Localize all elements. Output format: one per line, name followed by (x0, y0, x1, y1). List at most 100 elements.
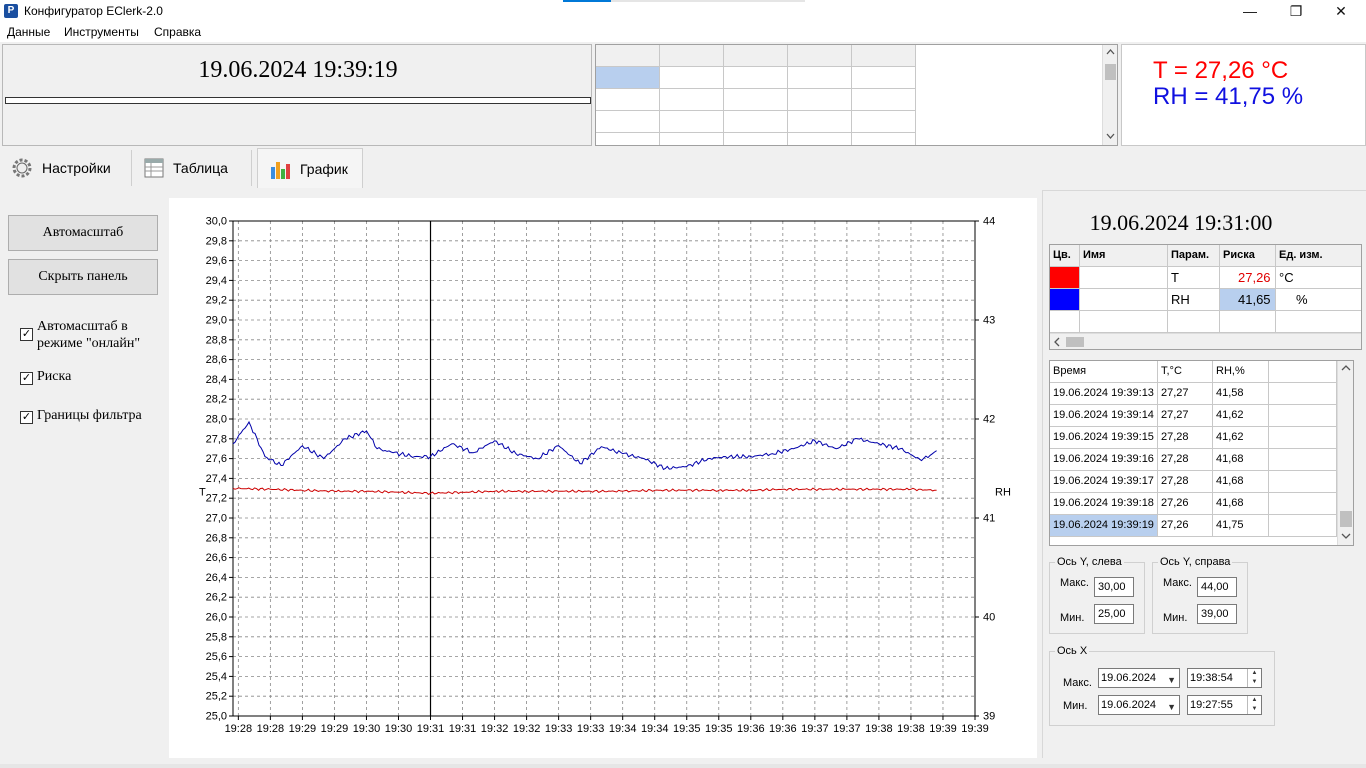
top-data-grid[interactable] (595, 44, 1118, 146)
log-cell[interactable]: 41,68 (1213, 493, 1269, 515)
axis-y-right-max-input[interactable]: 44,00 (1197, 577, 1237, 597)
log-cell[interactable]: 41,68 (1213, 449, 1269, 471)
log-cell[interactable]: 41,68 (1213, 471, 1269, 493)
log-cell[interactable]: 19.06.2024 19:39:18 (1050, 493, 1158, 515)
tab-settings[interactable]: Настройки (0, 148, 131, 188)
param-unit-cell[interactable]: % (1276, 289, 1361, 311)
checkbox-box[interactable]: ✓ (20, 328, 33, 341)
filter-bounds-checkbox[interactable]: ✓ Границы фильтра (20, 408, 142, 424)
log-cell[interactable]: 19.06.2024 19:39:19 (1050, 515, 1158, 537)
tab-graph[interactable]: График (257, 148, 363, 188)
grid-cell[interactable] (596, 133, 660, 145)
log-cell[interactable] (1269, 471, 1337, 493)
param-unit-cell[interactable]: °C (1276, 267, 1361, 289)
grid-cell[interactable] (596, 67, 660, 89)
grid-cell[interactable] (724, 133, 788, 145)
param-table-scrollbar[interactable] (1050, 333, 1361, 349)
param-code-cell[interactable]: RH (1168, 289, 1220, 311)
grid-cell[interactable] (660, 133, 724, 145)
grid-cell[interactable] (724, 67, 788, 89)
grid-cell[interactable] (660, 89, 724, 111)
top-grid-scrollbar[interactable] (1102, 45, 1117, 145)
param-color-swatch[interactable] (1050, 289, 1080, 311)
menu-tools[interactable]: Инструменты (64, 25, 139, 39)
log-cell[interactable]: 41,62 (1213, 405, 1269, 427)
param-empty-cell[interactable] (1050, 311, 1080, 333)
close-button[interactable]: ✕ (1318, 0, 1364, 22)
param-empty-cell[interactable] (1168, 311, 1220, 333)
axis-y-left-min-input[interactable]: 25,00 (1094, 604, 1134, 624)
maximize-button[interactable]: ❐ (1273, 0, 1319, 22)
axis-y-right-min-input[interactable]: 39,00 (1197, 604, 1237, 624)
log-cell[interactable]: 41,62 (1213, 427, 1269, 449)
spinner-arrows-icon[interactable]: ▲ ▼ (1247, 696, 1261, 714)
log-cell[interactable] (1269, 493, 1337, 515)
grid-cell[interactable] (724, 89, 788, 111)
axis-y-left-max-input[interactable]: 30,00 (1094, 577, 1134, 597)
log-cell[interactable] (1269, 383, 1337, 405)
minimize-button[interactable]: — (1227, 0, 1273, 22)
log-cell[interactable]: 41,58 (1213, 383, 1269, 405)
marker-checkbox[interactable]: ✓ Риска (20, 369, 71, 385)
param-color-swatch[interactable] (1050, 267, 1080, 289)
log-cell[interactable]: 41,75 (1213, 515, 1269, 537)
grid-cell[interactable] (788, 67, 852, 89)
param-marker-value-cell[interactable]: 27,26 (1220, 267, 1276, 289)
log-cell[interactable] (1269, 405, 1337, 427)
checkbox-box[interactable]: ✓ (20, 372, 33, 385)
grid-cell[interactable] (788, 111, 852, 133)
grid-cell[interactable] (788, 89, 852, 111)
log-cell[interactable] (1269, 427, 1337, 449)
grid-header-cell[interactable] (788, 45, 852, 67)
axis-x-max-time-picker[interactable]: 19:38:54 ▲ ▼ (1187, 668, 1262, 688)
log-cell[interactable]: 19.06.2024 19:39:16 (1050, 449, 1158, 471)
menu-data[interactable]: Данные (7, 25, 50, 39)
grid-header-cell[interactable] (852, 45, 916, 67)
chart-area[interactable]: 30,0 29,8 29,6 29,4 29,2 29,0 28,8 28,6 28,4 28,2… (169, 198, 1037, 758)
param-marker-value-cell[interactable]: 41,65 (1220, 289, 1276, 311)
log-table-scrollbar[interactable] (1337, 361, 1353, 545)
grid-cell[interactable] (852, 89, 916, 111)
grid-cell[interactable] (660, 67, 724, 89)
log-cell[interactable]: 27,28 (1158, 449, 1213, 471)
autoscale-online-checkbox[interactable]: ✓ Автомасштаб в режиме "онлайн" (20, 318, 140, 352)
grid-cell[interactable] (852, 133, 916, 145)
grid-cell[interactable] (852, 67, 916, 89)
grid-header-cell[interactable] (660, 45, 724, 67)
grid-cell[interactable] (788, 133, 852, 145)
log-cell[interactable]: 19.06.2024 19:39:15 (1050, 427, 1158, 449)
grid-cell[interactable] (660, 111, 724, 133)
param-code-cell[interactable]: T (1168, 267, 1220, 289)
hide-panel-button[interactable]: Скрыть панель (8, 259, 158, 295)
param-empty-cell[interactable] (1080, 311, 1168, 333)
menu-help[interactable]: Справка (154, 25, 201, 39)
autoscale-button[interactable]: Автомасштаб (8, 215, 158, 251)
line-chart[interactable]: 30,0 29,8 29,6 29,4 29,2 29,0 28,8 28,6 28,4 28,2… (169, 198, 1037, 758)
log-cell[interactable]: 19.06.2024 19:39:13 (1050, 383, 1158, 405)
log-cell[interactable]: 27,27 (1158, 405, 1213, 427)
log-cell[interactable]: 27,28 (1158, 427, 1213, 449)
log-cell[interactable]: 27,26 (1158, 493, 1213, 515)
log-table[interactable]: Время T,°C RH,% 19.06.2024 19:39:13 27,27 41,… (1049, 360, 1354, 546)
axis-x-min-time-picker[interactable]: 19:27:55 ▲ ▼ (1187, 695, 1262, 715)
log-cell[interactable]: 19.06.2024 19:39:14 (1050, 405, 1158, 427)
log-cell[interactable]: 27,27 (1158, 383, 1213, 405)
axis-x-max-date-picker[interactable]: 19.06.2024 ▼ (1098, 668, 1180, 688)
param-empty-cell[interactable] (1220, 311, 1276, 333)
grid-cell[interactable] (724, 111, 788, 133)
log-cell[interactable] (1269, 449, 1337, 471)
axis-x-min-date-picker[interactable]: 19.06.2024 ▼ (1098, 695, 1180, 715)
log-cell[interactable]: 19.06.2024 19:39:17 (1050, 471, 1158, 493)
checkbox-box[interactable]: ✓ (20, 411, 33, 424)
log-cell[interactable] (1269, 515, 1337, 537)
grid-header-cell[interactable] (724, 45, 788, 67)
param-empty-cell[interactable] (1276, 311, 1361, 333)
param-name-cell[interactable] (1080, 289, 1168, 311)
grid-header-cell[interactable] (596, 45, 660, 67)
tab-table[interactable]: Таблица (133, 148, 251, 188)
grid-cell[interactable] (596, 89, 660, 111)
grid-cell[interactable] (852, 111, 916, 133)
grid-cell[interactable] (596, 111, 660, 133)
log-cell[interactable]: 27,28 (1158, 471, 1213, 493)
log-cell[interactable]: 27,26 (1158, 515, 1213, 537)
